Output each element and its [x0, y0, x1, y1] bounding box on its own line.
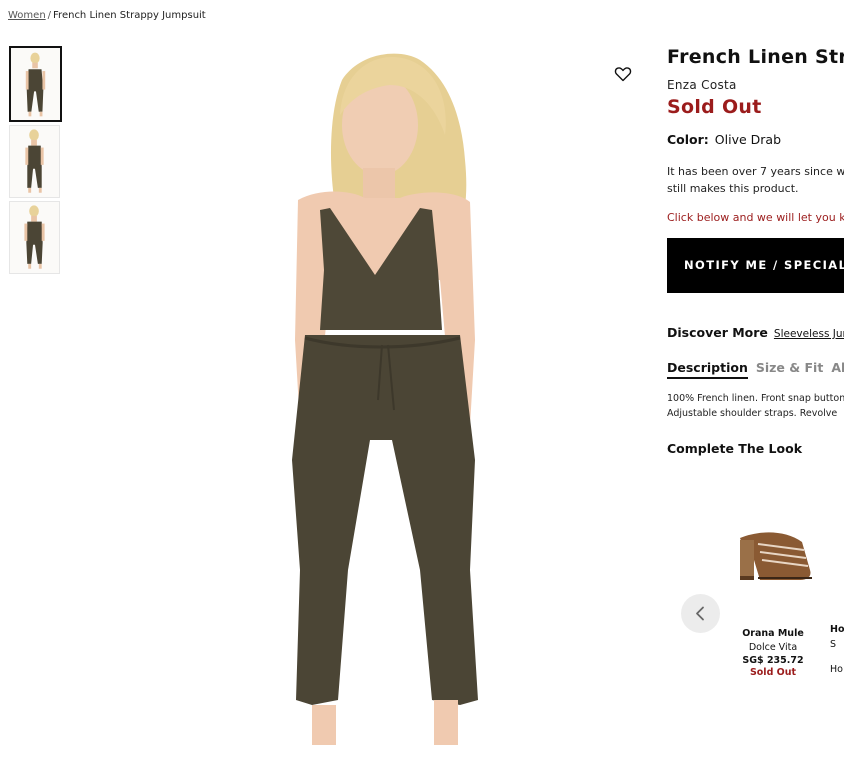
look-item-price: SG$ 235.72	[742, 655, 804, 666]
notify-me-button[interactable]: NOTIFY ME / SPECIAL ORDER	[667, 238, 844, 293]
discover-more-link[interactable]: Sleeveless Jumpsuits	[774, 328, 844, 340]
color-label: Color:	[667, 132, 709, 147]
look-item-2-extra: Ho	[830, 664, 843, 675]
thumbnail-side-image	[25, 129, 44, 193]
thumbnail-side[interactable]	[9, 125, 60, 198]
discontinued-note-line-1: It has been over 7 years since we	[667, 165, 844, 178]
thumbnail-list	[9, 46, 62, 277]
tab-about[interactable]: About	[831, 360, 844, 377]
complete-the-look-title: Complete The Look	[667, 441, 803, 456]
product-info-panel: French Linen Strappy Jumpsuit Enza Costa…	[667, 46, 844, 456]
breadcrumb: Women / French Linen Strappy Jumpsuit	[8, 10, 206, 21]
notify-prompt: Click below and we will let you know	[667, 211, 844, 224]
thumbnail-back[interactable]	[9, 201, 60, 274]
thumbnail-back-image	[24, 205, 45, 269]
carousel-prev-button[interactable]	[681, 594, 720, 633]
color-value: Olive Drab	[714, 132, 782, 147]
tab-description[interactable]: Description	[667, 360, 748, 379]
breadcrumb-current: French Linen Strappy Jumpsuit	[53, 10, 206, 21]
tab-size-fit[interactable]: Size & Fit	[756, 360, 823, 377]
thumbnail-front-image	[25, 52, 46, 117]
color-row: Color: Olive Drab	[667, 132, 844, 147]
look-item-2-brand: S	[830, 639, 837, 650]
breadcrumb-women-link[interactable]: Women	[8, 10, 46, 21]
look-item-name: Orana Mule	[742, 628, 804, 639]
look-item-card[interactable]: Orana Mule Dolce Vita SG$ 235.72 Sold Ou…	[730, 520, 816, 678]
look-item-status: Sold Out	[749, 667, 797, 678]
breadcrumb-separator: /	[47, 10, 52, 21]
chevron-left-icon	[696, 606, 704, 621]
description-line-1: 100% French linen. Front snap button	[667, 393, 844, 404]
look-item-brand: Dolce Vita	[748, 642, 798, 653]
stock-status: Sold Out	[667, 96, 762, 118]
model-illustration	[292, 53, 478, 745]
main-product-image[interactable]	[170, 40, 640, 768]
wishlist-heart-icon[interactable]	[614, 66, 632, 82]
mule-shoe-image	[740, 532, 812, 580]
product-title: French Linen Strappy Jumpsuit	[667, 46, 844, 68]
discontinued-note: It has been over 7 years since we still …	[667, 163, 844, 197]
discontinued-note-line-2: still makes this product.	[667, 182, 799, 195]
description-text: 100% French linen. Front snap button Adj…	[667, 391, 844, 421]
product-tabs: Description Size & Fit About	[667, 360, 844, 379]
thumbnail-front[interactable]	[9, 46, 62, 122]
discover-more: Discover More Sleeveless Jumpsuits	[667, 325, 844, 340]
look-item-card-partial[interactable]: Ho S Ho	[830, 624, 844, 675]
look-item-2-name: Ho	[830, 624, 844, 635]
description-line-2: Adjustable shoulder straps. Revolve	[667, 408, 838, 419]
product-brand[interactable]: Enza Costa	[667, 78, 844, 92]
discover-more-label: Discover More	[667, 325, 768, 340]
